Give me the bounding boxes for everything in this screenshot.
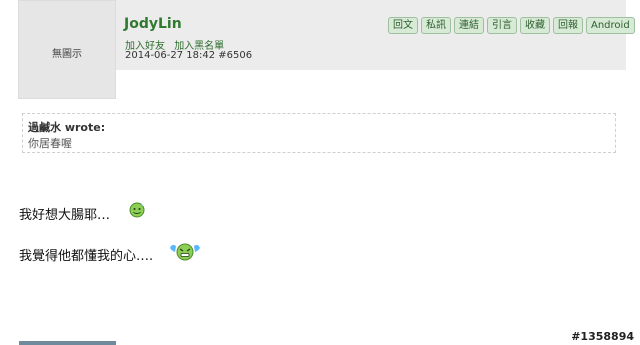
android-button[interactable]: Android	[586, 17, 635, 34]
post-meta: 2014-06-27 18:42 #6506	[125, 50, 253, 61]
next-avatar-edge	[19, 341, 116, 345]
post-toolbar: 回文 私訊 連結 引言 收藏 回報 Android	[388, 17, 635, 34]
avatar[interactable]: 無圖示	[18, 0, 116, 99]
sweat-smiley-icon	[128, 200, 146, 222]
post-text-line-2: 我覺得他都懂我的心….	[19, 249, 154, 264]
quote-author: 過鹹水 wrote:	[28, 121, 106, 134]
quote-box: 過鹹水 wrote: 你居春喔	[22, 113, 616, 153]
reply-button[interactable]: 回文	[388, 17, 418, 34]
username[interactable]: JodyLin	[124, 16, 182, 32]
avatar-placeholder-text: 無圖示	[52, 49, 82, 60]
post-text-line-1: 我好想大腸耶…	[19, 208, 111, 223]
post-id-footer: #1358894	[571, 330, 634, 343]
bookmark-button[interactable]: 收藏	[520, 17, 550, 34]
private-message-button[interactable]: 私訊	[421, 17, 451, 34]
link-button[interactable]: 連結	[454, 17, 484, 34]
quote-button[interactable]: 引言	[487, 17, 517, 34]
quote-text: 你居春喔	[28, 137, 72, 150]
report-button[interactable]: 回報	[553, 17, 583, 34]
crying-smiley-icon	[169, 240, 201, 266]
